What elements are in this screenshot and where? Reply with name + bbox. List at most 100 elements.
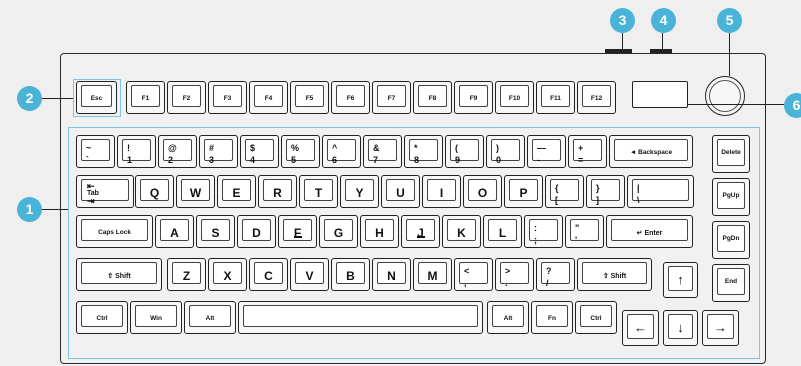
key-bracket-1[interactable]: }] xyxy=(586,175,625,208)
key-f4[interactable]: F4 xyxy=(249,81,288,114)
key-o[interactable]: O xyxy=(463,175,502,208)
key-q[interactable]: Q xyxy=(135,175,174,208)
key-punct-bottom-2[interactable]: ? / xyxy=(536,258,575,291)
key-pgup[interactable]: PgUp xyxy=(712,178,750,216)
key-label-top: # xyxy=(209,143,215,153)
key-x[interactable]: X xyxy=(208,258,247,291)
callout-6: 6 xyxy=(784,93,801,118)
key-fn[interactable]: Fn xyxy=(531,301,573,334)
key-j[interactable]: J xyxy=(401,215,440,248)
key-right-shift[interactable]: ⇧ Shift xyxy=(577,258,652,291)
key-v[interactable]: V xyxy=(290,258,329,291)
key-r[interactable]: R xyxy=(258,175,297,208)
key-i[interactable]: I xyxy=(422,175,461,208)
key-enter[interactable]: ↵ Enter xyxy=(606,215,693,248)
key-w[interactable]: W xyxy=(176,175,215,208)
key-esc[interactable]: Esc xyxy=(76,81,117,114)
key-pgdn[interactable]: PgDn xyxy=(712,221,750,259)
key-f11[interactable]: F11 xyxy=(536,81,575,114)
key-l[interactable]: L xyxy=(483,215,522,248)
key-b[interactable]: B xyxy=(331,258,370,291)
key-number-9[interactable]: (9 xyxy=(445,135,484,168)
key-p[interactable]: P xyxy=(504,175,543,208)
key-space[interactable] xyxy=(238,301,483,334)
key-label: X xyxy=(223,269,232,283)
key-f10[interactable]: F10 xyxy=(495,81,534,114)
key-backspace[interactable]: ◄ Backspace xyxy=(609,135,693,168)
key-n[interactable]: N xyxy=(372,258,411,291)
key-y[interactable]: Y xyxy=(340,175,379,208)
key-arrow-up[interactable]: ↑ xyxy=(663,262,698,298)
key-delete[interactable]: Delete xyxy=(712,135,750,173)
key-d[interactable]: D xyxy=(237,215,276,248)
key-left-shift[interactable]: ⇧ Shift xyxy=(76,258,162,291)
key-label: F1 xyxy=(141,95,150,102)
key-number-12[interactable]: + = xyxy=(568,135,607,168)
key-label: F3 xyxy=(223,95,232,102)
key-number-10[interactable]: ) 0 xyxy=(486,135,525,168)
key-caps-lock[interactable]: Caps Lock xyxy=(76,215,153,248)
key-number-11[interactable]: — - xyxy=(527,135,566,168)
key-label: U xyxy=(396,186,405,200)
key-left-alt[interactable]: Alt xyxy=(184,301,236,334)
key-label: I xyxy=(439,186,444,200)
key-k[interactable]: K xyxy=(442,215,481,248)
key-f1[interactable]: F1 xyxy=(126,81,165,114)
key-left-ctrl[interactable]: Ctrl xyxy=(76,301,128,334)
key-win[interactable]: Win xyxy=(130,301,182,334)
key-u[interactable]: U xyxy=(381,175,420,208)
key-f12[interactable]: F12 xyxy=(577,81,616,114)
key-f9[interactable]: F9 xyxy=(454,81,493,114)
key-f[interactable]: F xyxy=(278,215,317,248)
key-right-alt[interactable]: Alt xyxy=(487,301,529,334)
key-h[interactable]: H xyxy=(360,215,399,248)
key-arrow-right[interactable]: → xyxy=(702,310,739,346)
key-label: P xyxy=(519,186,528,200)
key-number-0[interactable]: ~ ` xyxy=(76,135,115,168)
key-punct-home-0[interactable]: :; xyxy=(524,215,563,248)
key-punct-bottom-0[interactable]: <, xyxy=(454,258,493,291)
key-number-8[interactable]: * 8 xyxy=(404,135,443,168)
key-number-4[interactable]: $4 xyxy=(240,135,279,168)
key-bracket-2[interactable]: | \ xyxy=(627,175,694,208)
key-f8[interactable]: F8 xyxy=(413,81,452,114)
key-number-6[interactable]: ^ 6 xyxy=(322,135,361,168)
key-label-bottom: ' xyxy=(575,235,578,245)
key-number-2[interactable]: @2 xyxy=(158,135,197,168)
key-arrow-down[interactable]: ↓ xyxy=(663,310,698,346)
key-number-1[interactable]: ! 1 xyxy=(117,135,156,168)
key-arrow-left[interactable]: ← xyxy=(622,310,659,346)
key-f2[interactable]: F2 xyxy=(167,81,206,114)
key-s[interactable]: S xyxy=(196,215,235,248)
key-number-5[interactable]: % 5 xyxy=(281,135,320,168)
key-a[interactable]: A xyxy=(155,215,194,248)
key-label-bottom: , xyxy=(464,278,467,288)
key-label-top: $ xyxy=(250,143,256,153)
key-punct-bottom-1[interactable]: >. xyxy=(495,258,534,291)
key-right-ctrl[interactable]: Ctrl xyxy=(575,301,617,334)
key-bracket-0[interactable]: {[ xyxy=(545,175,584,208)
key-e[interactable]: E xyxy=(217,175,256,208)
key-label-bottom: 4 xyxy=(250,155,256,165)
key-label: ← xyxy=(634,320,647,335)
key-punct-home-1[interactable]: " ' xyxy=(565,215,604,248)
port-3 xyxy=(605,49,632,53)
key-end[interactable]: End xyxy=(712,264,750,302)
key-label-bottom: . xyxy=(505,278,508,288)
key-label: Win xyxy=(150,315,162,322)
key-label: G xyxy=(333,226,344,240)
key-z[interactable]: Z xyxy=(167,258,206,291)
key-label-bottom: - xyxy=(537,155,540,165)
key-number-7[interactable]: & 7 xyxy=(363,135,402,168)
key-c[interactable]: C xyxy=(249,258,288,291)
key-f3[interactable]: F3 xyxy=(208,81,247,114)
key-number-3[interactable]: #3 xyxy=(199,135,238,168)
key-f7[interactable]: F7 xyxy=(372,81,411,114)
key-f5[interactable]: F5 xyxy=(290,81,329,114)
key-tab[interactable]: ⇤ Tab ⇥ xyxy=(76,175,134,208)
key-m[interactable]: M xyxy=(413,258,452,291)
callout-line-4 xyxy=(662,33,664,50)
key-g[interactable]: G xyxy=(319,215,358,248)
key-f6[interactable]: F6 xyxy=(331,81,370,114)
key-t[interactable]: T xyxy=(299,175,338,208)
